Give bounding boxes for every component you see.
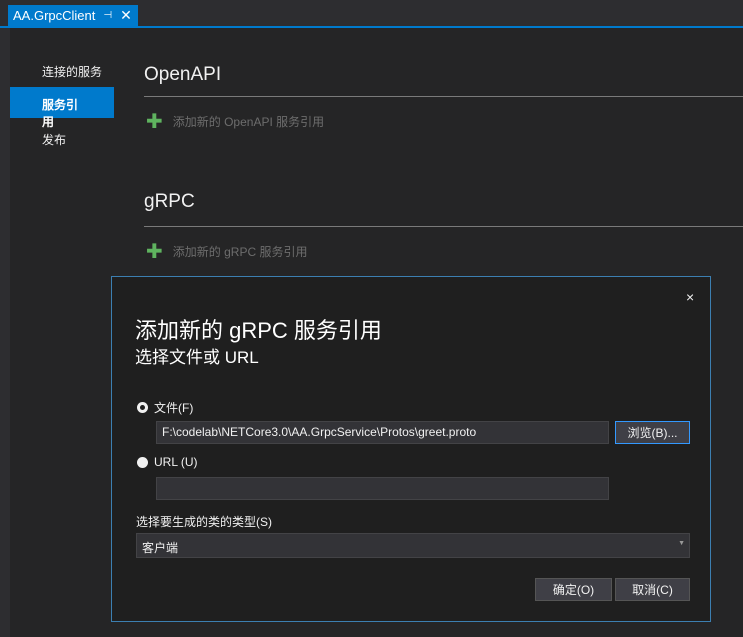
class-type-label: 选择要生成的类的类型(S) (136, 515, 272, 529)
add-grpc-reference-link[interactable]: ✚ 添加新的 gRPC 服务引用 (146, 240, 308, 263)
url-input[interactable] (156, 477, 609, 500)
sidebar-item-publish[interactable]: 发布 (42, 131, 66, 148)
dialog-subtitle: 选择文件或 URL (135, 348, 259, 367)
tab-aa-grpcclient[interactable]: AA.GrpcClient ⊣ ✕ (8, 5, 138, 26)
radio-unchecked-icon (137, 456, 148, 468)
url-radio-label: URL (U) (154, 455, 198, 469)
file-path-input[interactable]: F:\codelab\NETCore3.0\AA.GrpcService\Pro… (156, 421, 609, 444)
pin-icon[interactable]: ⊣ (103, 10, 112, 21)
class-type-value: 客户端 (142, 541, 179, 555)
file-radio[interactable]: 文件(F) (137, 399, 193, 416)
add-grpc-label: 添加新的 gRPC 服务引用 (172, 245, 308, 259)
class-type-select[interactable]: 客户端 ▼ (136, 533, 690, 558)
add-openapi-reference-link[interactable]: ✚ 添加新的 OpenAPI 服务引用 (146, 110, 325, 133)
add-openapi-label: 添加新的 OpenAPI 服务引用 (172, 115, 325, 129)
left-strip (0, 28, 10, 637)
plus-icon: ✚ (146, 240, 163, 263)
url-radio[interactable]: URL (U) (137, 455, 198, 469)
tab-title: AA.GrpcClient (13, 8, 96, 23)
file-radio-label: 文件(F) (154, 401, 194, 415)
cancel-button[interactable]: 取消(C) (615, 578, 690, 601)
plus-icon: ✚ (146, 110, 163, 133)
radio-checked-icon (137, 402, 148, 413)
sidebar-item-service-references[interactable]: 服务引用 (10, 87, 114, 129)
ok-button[interactable]: 确定(O) (535, 578, 612, 601)
browse-button[interactable]: 浏览(B)... (615, 421, 690, 444)
sidebar-item-connected-services[interactable]: 连接的服务 (42, 63, 102, 80)
add-grpc-reference-dialog: × 添加新的 gRPC 服务引用 选择文件或 URL 文件(F) F:\code… (111, 276, 711, 622)
section-title-grpc: gRPC (144, 191, 195, 212)
divider (144, 226, 743, 227)
section-title-openapi: OpenAPI (144, 64, 222, 85)
close-icon[interactable]: ✕ (120, 7, 132, 24)
close-icon[interactable]: × (686, 289, 694, 305)
dialog-title: 添加新的 gRPC 服务引用 (135, 318, 382, 343)
chevron-down-icon: ▼ (678, 540, 685, 547)
divider (144, 96, 743, 97)
